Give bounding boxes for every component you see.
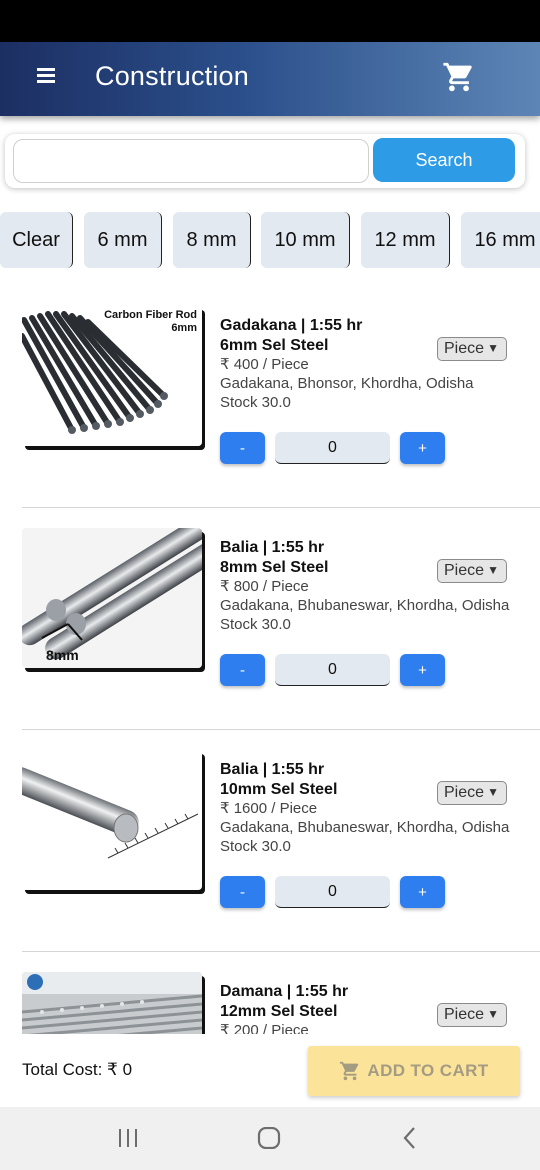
product-list: Carbon Fiber Rod 6mm Gadakana | 1:55 hr …: [0, 286, 540, 1034]
cart-icon[interactable]: [442, 60, 476, 94]
quantity-field[interactable]: 0: [275, 654, 390, 686]
add-to-cart-button[interactable]: ADD TO CART: [308, 1046, 520, 1096]
system-nav-bar: [0, 1107, 540, 1170]
svg-text:Carbon Fiber Rod: Carbon Fiber Rod: [104, 309, 197, 321]
unit-select-value: Piece: [444, 784, 485, 801]
total-cost: Total Cost: ₹ 0: [22, 1060, 133, 1079]
product-name: 12mm Sel Steel: [220, 1003, 338, 1020]
product-image: [22, 750, 202, 890]
add-to-cart-label: ADD TO CART: [367, 1061, 489, 1080]
product-image: Carbon Fiber Rod 6mm: [22, 306, 202, 446]
dropdown-arrow-icon: ▼: [487, 1007, 499, 1021]
product-name: 8mm Sel Steel: [220, 559, 329, 576]
product-stock: Stock 30.0: [220, 616, 291, 633]
product-name: 10mm Sel Steel: [220, 781, 338, 798]
product-location: Gadakana, Bhubaneswar, Khordha, Odisha: [220, 819, 510, 836]
filter-chip-6mm[interactable]: 6 mm: [84, 212, 162, 268]
dropdown-arrow-icon: ▼: [487, 785, 499, 799]
increment-button[interactable]: +: [400, 432, 445, 464]
filter-chip-16mm[interactable]: 16 mm: [461, 212, 540, 268]
increment-button[interactable]: +: [400, 654, 445, 686]
product-image: 8mm: [22, 528, 202, 668]
product-location: Gadakana, Bhubaneswar, Khordha, Odisha: [220, 597, 510, 614]
product-price: ₹ 800 / Piece: [220, 578, 309, 595]
filter-chip-10mm[interactable]: 10 mm: [261, 212, 350, 268]
product-price: ₹ 400 / Piece: [220, 356, 309, 373]
search-input[interactable]: [13, 139, 369, 183]
dropdown-arrow-icon: ▼: [487, 563, 499, 577]
product-location: Gadakana, Bhonsor, Khordha, Odisha: [220, 375, 474, 392]
product-price: ₹ 200 / Piece: [220, 1022, 309, 1034]
filter-chip-8mm[interactable]: 8 mm: [173, 212, 251, 268]
svg-text:6mm: 6mm: [171, 322, 197, 334]
unit-select-value: Piece: [444, 1006, 485, 1023]
filter-chips: Clear 6 mm 8 mm 10 mm 12 mm 16 mm: [0, 212, 540, 268]
menu-icon[interactable]: [37, 68, 55, 84]
unit-select[interactable]: Piece ▼: [437, 559, 507, 583]
search-bar: Search: [5, 134, 525, 188]
product-stock: Stock 30.0: [220, 838, 291, 855]
decrement-button[interactable]: -: [220, 876, 265, 908]
product-title: Balia | 1:55 hr: [220, 539, 325, 556]
svg-text:8mm: 8mm: [46, 647, 79, 663]
product-title: Damana | 1:55 hr: [220, 983, 349, 1000]
page-title: Construction: [95, 61, 249, 91]
unit-select-value: Piece: [444, 562, 485, 579]
product-image: [22, 972, 202, 1034]
cart-footer: Total Cost: ₹ 0 ADD TO CART: [0, 1034, 540, 1107]
quantity-field[interactable]: 0: [275, 432, 390, 464]
product-card: Damana | 1:55 hr 12mm Sel Steel ₹ 200 / …: [0, 952, 540, 1034]
recent-apps-icon[interactable]: [116, 1127, 140, 1149]
product-price: ₹ 1600 / Piece: [220, 800, 318, 817]
product-card: Carbon Fiber Rod 6mm Gadakana | 1:55 hr …: [0, 286, 540, 508]
filter-chip-clear[interactable]: Clear: [0, 212, 73, 268]
filter-chip-12mm[interactable]: 12 mm: [361, 212, 450, 268]
quantity-field[interactable]: 0: [275, 876, 390, 908]
decrement-button[interactable]: -: [220, 654, 265, 686]
back-icon[interactable]: [398, 1127, 422, 1149]
dropdown-arrow-icon: ▼: [487, 341, 499, 355]
product-name: 6mm Sel Steel: [220, 337, 329, 354]
status-bar: [0, 0, 540, 42]
unit-select[interactable]: Piece ▼: [437, 1003, 507, 1027]
unit-select[interactable]: Piece ▼: [437, 781, 507, 805]
product-title: Balia | 1:55 hr: [220, 761, 325, 778]
product-stock: Stock 30.0: [220, 394, 291, 411]
unit-select[interactable]: Piece ▼: [437, 337, 507, 361]
product-card: Balia | 1:55 hr 10mm Sel Steel ₹ 1600 / …: [0, 730, 540, 952]
unit-select-value: Piece: [444, 340, 485, 357]
decrement-button[interactable]: -: [220, 432, 265, 464]
product-title: Gadakana | 1:55 hr: [220, 317, 363, 334]
home-icon[interactable]: [257, 1127, 281, 1149]
app-bar: Construction: [0, 42, 540, 116]
increment-button[interactable]: +: [400, 876, 445, 908]
product-card: 8mm Balia | 1:55 hr 8mm Sel Steel ₹ 800 …: [0, 508, 540, 730]
search-button[interactable]: Search: [373, 138, 515, 182]
cart-icon: [340, 1061, 359, 1081]
